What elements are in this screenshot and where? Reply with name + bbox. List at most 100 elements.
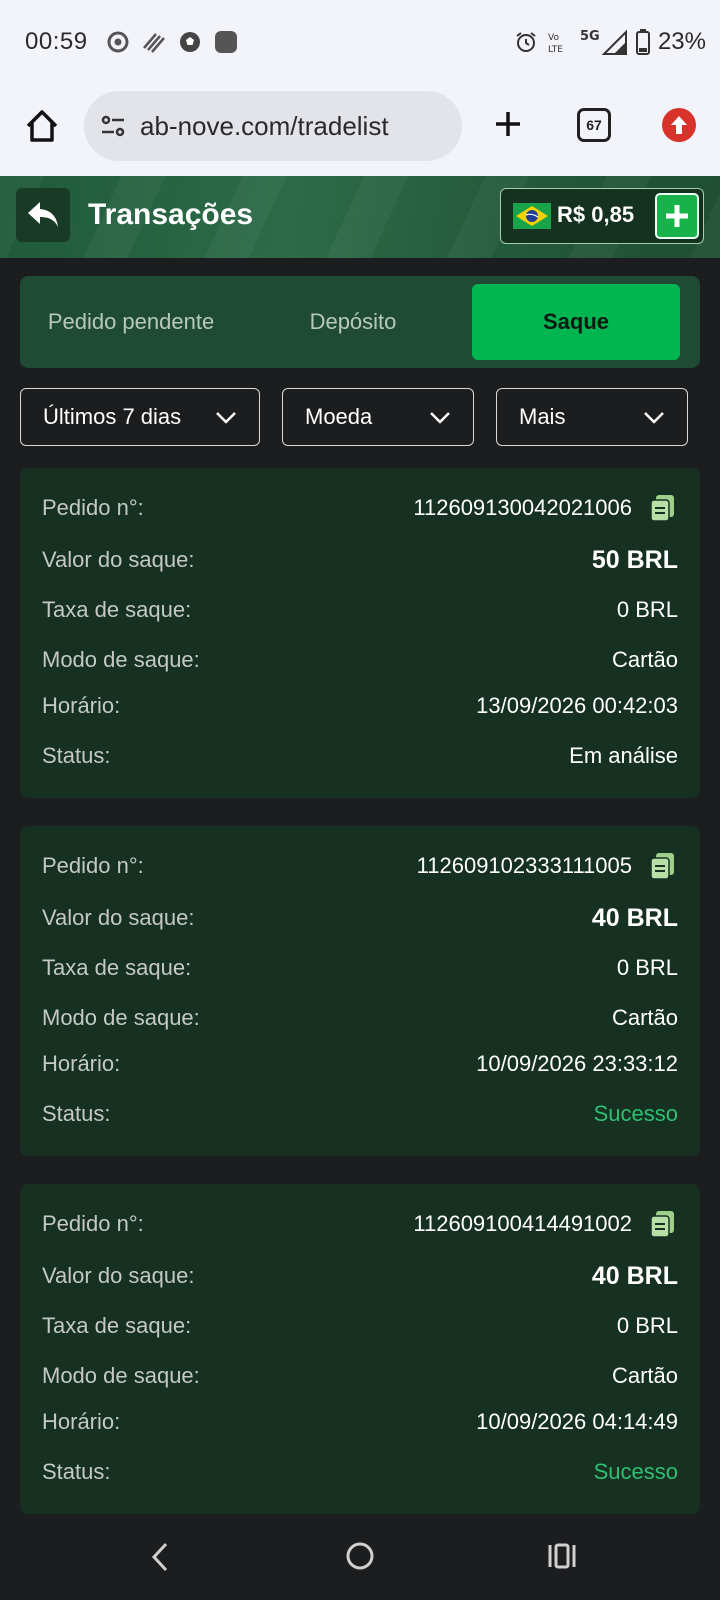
mode-row: Modo de saque: Cartão — [42, 1356, 678, 1396]
copy-icon[interactable] — [648, 493, 678, 523]
soccer-ball-icon — [180, 32, 200, 52]
amount-value: 40 BRL — [591, 903, 678, 932]
status-row: Status: Em análise — [42, 736, 678, 776]
app-square-icon — [215, 31, 237, 53]
stripes-icon — [143, 33, 165, 53]
status-value: Em análise — [569, 743, 678, 768]
url-text[interactable]: ab-nove.com/tradelist — [140, 111, 389, 142]
tab-deposit[interactable]: Depósito — [242, 284, 464, 360]
status-value: Sucesso — [593, 1459, 678, 1484]
time-label: Horário: — [42, 693, 121, 718]
svg-text:LTE: LTE — [548, 45, 563, 55]
status-row: Status: Sucesso — [42, 1452, 678, 1492]
order-label: Pedido n°: — [42, 495, 144, 520]
fee-row: Taxa de saque: 0 BRL — [42, 948, 678, 988]
time-label: Horário: — [42, 1051, 121, 1076]
mode-label: Modo de saque: — [42, 647, 200, 672]
order-value: 112609102333111005 — [417, 851, 678, 881]
tab-pending-orders[interactable]: Pedido pendente — [20, 284, 242, 360]
period-filter[interactable]: Últimos 7 dias — [20, 388, 260, 446]
status-time: 00:59 — [25, 28, 88, 55]
reply-arrow-icon — [28, 202, 58, 227]
browser-toolbar: ab-nove.com/tradelist 67 — [0, 86, 720, 176]
balance-amount: R$ 0,85 — [557, 202, 635, 227]
fee-row: Taxa de saque: 0 BRL — [42, 1306, 678, 1346]
copy-icon[interactable] — [648, 851, 678, 881]
battery-percent: 23% — [657, 28, 706, 55]
time-value: 10/09/2026 23:33:12 — [476, 1051, 678, 1076]
amount-label: Valor do saque: — [42, 905, 195, 930]
currency-filter-label: Moeda — [305, 404, 373, 429]
amount-label: Valor do saque: — [42, 547, 195, 572]
alarm-icon — [516, 32, 536, 52]
amount-value: 50 BRL — [591, 545, 678, 574]
tab-withdrawal[interactable]: Saque — [472, 284, 680, 360]
status-label: Status: — [42, 1459, 111, 1484]
order-label: Pedido n°: — [42, 1211, 144, 1236]
nav-recents-icon[interactable] — [546, 1540, 578, 1572]
app-header: Transações R$ 0,85 — [0, 176, 720, 258]
arrow-up-icon — [671, 116, 687, 134]
status-label: Status: — [42, 743, 111, 768]
order-label: Pedido n°: — [42, 853, 144, 878]
transaction-type-tabs: Pedido pendente Depósito Saque — [20, 276, 700, 368]
address-bar[interactable]: ab-nove.com/tradelist — [84, 91, 462, 161]
amount-value: 40 BRL — [591, 1261, 678, 1290]
transaction-card: Pedido n°: 112609102333111005 Valor do s… — [20, 826, 700, 1156]
currency-filter[interactable]: Moeda — [282, 388, 474, 446]
order-row: Pedido n°: 112609130042021006 — [42, 488, 678, 528]
mode-label: Modo de saque: — [42, 1005, 200, 1030]
status-label: Status: — [42, 1101, 111, 1126]
more-filter-label: Mais — [519, 404, 566, 429]
plus-icon — [666, 205, 688, 227]
mode-value: Cartão — [611, 1005, 678, 1030]
brazil-flag-icon — [513, 203, 551, 229]
svg-text:Vo: Vo — [548, 33, 559, 43]
time-value: 10/09/2026 04:14:49 — [476, 1409, 678, 1434]
amount-row: Valor do saque: 40 BRL — [42, 1256, 678, 1296]
fee-value: 0 BRL — [616, 597, 678, 622]
transaction-card: Pedido n°: 112609100414491002 Valor do s… — [20, 1184, 700, 1514]
chrome-icon — [107, 31, 129, 53]
nav-back-icon[interactable] — [146, 1540, 176, 1574]
update-button[interactable] — [662, 108, 696, 142]
fee-label: Taxa de saque: — [42, 597, 192, 622]
amount-label: Valor do saque: — [42, 1263, 195, 1288]
amount-row: Valor do saque: 40 BRL — [42, 898, 678, 938]
add-funds-button[interactable] — [655, 193, 699, 239]
mode-row: Modo de saque: Cartão — [42, 998, 678, 1038]
order-row: Pedido n°: 112609102333111005 — [42, 846, 678, 886]
time-row: Horário: 10/09/2026 04:14:49 — [42, 1402, 678, 1442]
back-button[interactable] — [16, 188, 70, 242]
order-value: 112609100414491002 — [413, 1209, 678, 1239]
fee-value: 0 BRL — [616, 955, 678, 980]
status-bar: 00:59 Vo LTE 5G 23% — [0, 0, 720, 86]
site-settings-icon[interactable] — [98, 111, 128, 141]
mode-row: Modo de saque: Cartão — [42, 640, 678, 680]
mode-value: Cartão — [611, 647, 678, 672]
order-number: 112609100414491002 — [413, 1211, 632, 1236]
time-row: Horário: 13/09/2026 00:42:03 — [42, 686, 678, 726]
new-tab-icon[interactable] — [488, 104, 528, 144]
page-title: Transações — [88, 198, 254, 231]
transactions-content: Pedido pendente Depósito Saque Últimos 7… — [0, 258, 720, 1518]
system-nav-bar — [0, 1518, 720, 1600]
home-icon[interactable] — [22, 106, 62, 146]
status-icons-right: Vo LTE 5G 23% — [514, 28, 706, 56]
svg-text:5G: 5G — [580, 29, 600, 44]
fee-value: 0 BRL — [616, 1313, 678, 1338]
mode-value: Cartão — [611, 1363, 678, 1388]
battery-icon — [635, 29, 650, 55]
volte-icon: Vo LTE — [548, 33, 563, 55]
copy-icon[interactable] — [648, 1209, 678, 1239]
status-icons-left — [106, 30, 238, 54]
chevron-down-icon — [430, 412, 450, 424]
period-filter-label: Últimos 7 dias — [43, 404, 182, 429]
tab-switcher-button[interactable]: 67 — [577, 108, 611, 142]
time-row: Horário: 10/09/2026 23:33:12 — [42, 1044, 678, 1084]
filters-row: Últimos 7 dias Moeda Mais — [20, 388, 700, 446]
nav-home-icon[interactable] — [344, 1540, 376, 1572]
more-filter[interactable]: Mais — [496, 388, 688, 446]
fee-row: Taxa de saque: 0 BRL — [42, 590, 678, 630]
chevron-down-icon — [644, 412, 664, 424]
